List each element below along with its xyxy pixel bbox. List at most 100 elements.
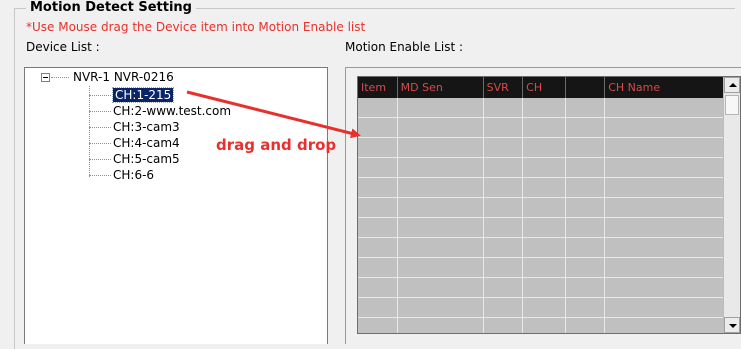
scroll-up-button[interactable] xyxy=(724,77,740,93)
table-row[interactable] xyxy=(358,137,740,158)
table-cell xyxy=(397,257,484,278)
table-cell xyxy=(522,157,567,178)
table-cell xyxy=(358,117,398,138)
table-cell xyxy=(522,317,567,333)
arrow-down-icon xyxy=(729,324,737,328)
table-cell xyxy=(483,317,524,333)
column-header[interactable]: SVR xyxy=(483,77,524,98)
table-cell xyxy=(483,237,524,258)
table-cell xyxy=(604,157,740,178)
table-row[interactable] xyxy=(358,157,740,178)
table-cell xyxy=(522,257,567,278)
table-row[interactable] xyxy=(358,117,740,138)
table-cell xyxy=(565,317,606,333)
table-cell xyxy=(604,177,740,198)
motion-enable-list-label: Motion Enable List : xyxy=(345,40,464,54)
table-cell xyxy=(358,137,398,158)
table-row[interactable] xyxy=(358,297,740,318)
tree-item-label: CH:1-215 xyxy=(111,87,175,103)
table-row[interactable] xyxy=(358,177,740,198)
scroll-thumb[interactable] xyxy=(725,95,739,115)
column-header[interactable]: MD Sen xyxy=(397,77,484,98)
table-cell xyxy=(397,98,484,118)
tree-item-label: CH:6-6 xyxy=(113,168,155,182)
tree-item-label: CH:3-cam3 xyxy=(113,120,180,134)
drag-and-drop-annotation: drag and drop xyxy=(216,136,337,154)
column-header[interactable]: CH xyxy=(522,77,567,98)
table-cell xyxy=(565,177,606,198)
table-cell xyxy=(483,217,524,238)
table-cell xyxy=(397,317,484,333)
table-cell xyxy=(522,277,567,298)
tree-item-label: CH:4-cam4 xyxy=(113,136,180,150)
table-cell xyxy=(604,137,740,158)
tree-connector xyxy=(89,159,111,160)
table-cell xyxy=(522,177,567,198)
table-cell xyxy=(604,257,740,278)
table-cell xyxy=(483,297,524,318)
table-cell xyxy=(604,277,740,298)
arrow-up-icon xyxy=(729,83,737,87)
table-cell xyxy=(522,237,567,258)
table-cell xyxy=(565,237,606,258)
table-cell xyxy=(358,98,398,118)
table-header-row: Item MD Sen SVR CH CH Name xyxy=(358,77,740,98)
table-cell xyxy=(522,197,567,218)
table-cell xyxy=(483,117,524,138)
table-row[interactable] xyxy=(358,317,740,333)
table-cell xyxy=(522,98,567,118)
table-cell xyxy=(565,197,606,218)
table-row[interactable] xyxy=(358,257,740,278)
tree-connector xyxy=(89,175,111,176)
tree-connector xyxy=(89,86,90,177)
tree-item-channel[interactable]: CH:3-cam3 xyxy=(113,119,180,135)
tree-root-nvr[interactable]: NVR-1 NVR-0216 xyxy=(73,69,174,85)
table-row[interactable] xyxy=(358,277,740,298)
table-cell xyxy=(565,98,606,118)
table-cell xyxy=(397,157,484,178)
table-cell xyxy=(565,157,606,178)
table-cell xyxy=(483,137,524,158)
collapse-icon[interactable] xyxy=(41,73,50,82)
tree-item-channel[interactable]: CH:4-cam4 xyxy=(113,135,180,151)
table-cell xyxy=(565,217,606,238)
table-cell xyxy=(604,217,740,238)
device-tree[interactable]: NVR-1 NVR-0216 CH:1-215 CH:2-www.test.com… xyxy=(24,67,328,344)
table-row[interactable] xyxy=(358,197,740,218)
table-cell xyxy=(358,217,398,238)
table-row[interactable] xyxy=(358,237,740,258)
table-cell xyxy=(604,98,740,118)
table-cell xyxy=(522,217,567,238)
table-cell xyxy=(483,157,524,178)
tree-item-channel[interactable]: CH:5-cam5 xyxy=(113,151,180,167)
tree-item-channel[interactable]: CH:6-6 xyxy=(113,167,154,183)
device-list-label: Device List : xyxy=(26,40,100,54)
column-header[interactable]: CH Name xyxy=(604,77,740,98)
instruction-text: *Use Mouse drag the Device item into Mot… xyxy=(26,20,366,34)
table-cell xyxy=(397,237,484,258)
column-header[interactable] xyxy=(565,77,606,98)
table-cell xyxy=(397,277,484,298)
table-cell xyxy=(604,297,740,318)
motion-enable-list[interactable]: Item MD Sen SVR CH CH Name xyxy=(357,76,741,334)
table-cell xyxy=(483,197,524,218)
section-title: Motion Detect Setting xyxy=(26,0,196,16)
table-cell xyxy=(565,257,606,278)
column-header[interactable]: Item xyxy=(358,77,398,98)
scroll-down-button[interactable] xyxy=(724,317,740,333)
tree-root-label: NVR-1 NVR-0216 xyxy=(73,70,174,84)
tree-item-label: CH:2-www.test.com xyxy=(113,104,232,118)
table-row[interactable] xyxy=(358,217,740,238)
table-cell xyxy=(522,297,567,318)
table-cell xyxy=(397,137,484,158)
tree-item-channel[interactable]: CH:2-www.test.com xyxy=(113,103,231,119)
table-row[interactable] xyxy=(358,98,740,118)
table-cell xyxy=(522,137,567,158)
table-cell xyxy=(604,317,740,333)
table-cell xyxy=(358,197,398,218)
vertical-scrollbar[interactable] xyxy=(723,77,740,333)
table-cell xyxy=(358,317,398,333)
tree-connector xyxy=(89,111,111,112)
tree-item-channel[interactable]: CH:1-215 xyxy=(111,87,175,103)
table-cell xyxy=(604,237,740,258)
